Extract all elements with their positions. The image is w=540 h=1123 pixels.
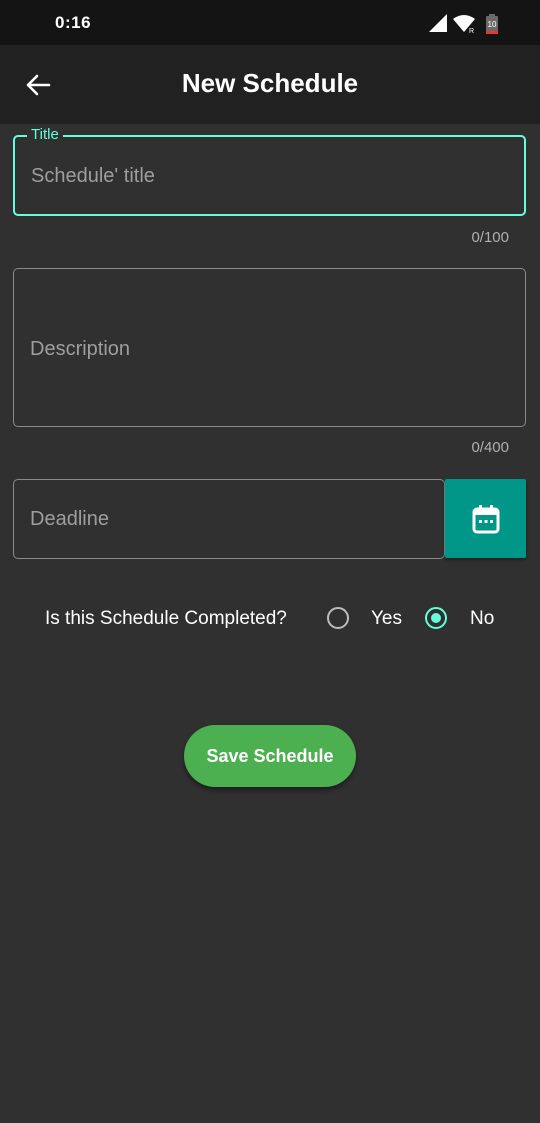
signal-icon [429,14,447,32]
deadline-input[interactable] [30,505,428,533]
deadline-field[interactable] [13,479,445,559]
title-counter: 0/100 [471,229,509,246]
completed-question: Is this Schedule Completed? [45,608,287,629]
title-input[interactable] [31,162,508,190]
page-title: New Schedule [181,68,359,98]
radio-no[interactable] [425,607,447,629]
calendar-button[interactable] [445,479,526,558]
calendar-icon [472,504,499,533]
app-bar: New Schedule [0,45,540,124]
radio-yes-label[interactable]: Yes [371,608,402,630]
title-field-label: Title [27,126,63,143]
wifi-icon: R [453,15,475,34]
battery-icon: 10 [486,14,498,34]
svg-text:R: R [469,28,474,34]
status-time: 0:16 [55,13,92,32]
radio-no-label[interactable]: No [470,608,494,630]
radio-yes[interactable] [327,607,349,629]
description-counter: 0/400 [471,439,509,456]
battery-level: 10 [488,20,497,29]
status-icons: R 10 [429,14,498,34]
description-field[interactable] [13,268,526,427]
save-schedule-button[interactable]: Save Schedule [184,725,356,787]
description-input[interactable] [30,335,509,363]
status-bar: 0:16 R 10 [0,0,540,45]
title-field[interactable]: Title [13,126,526,216]
